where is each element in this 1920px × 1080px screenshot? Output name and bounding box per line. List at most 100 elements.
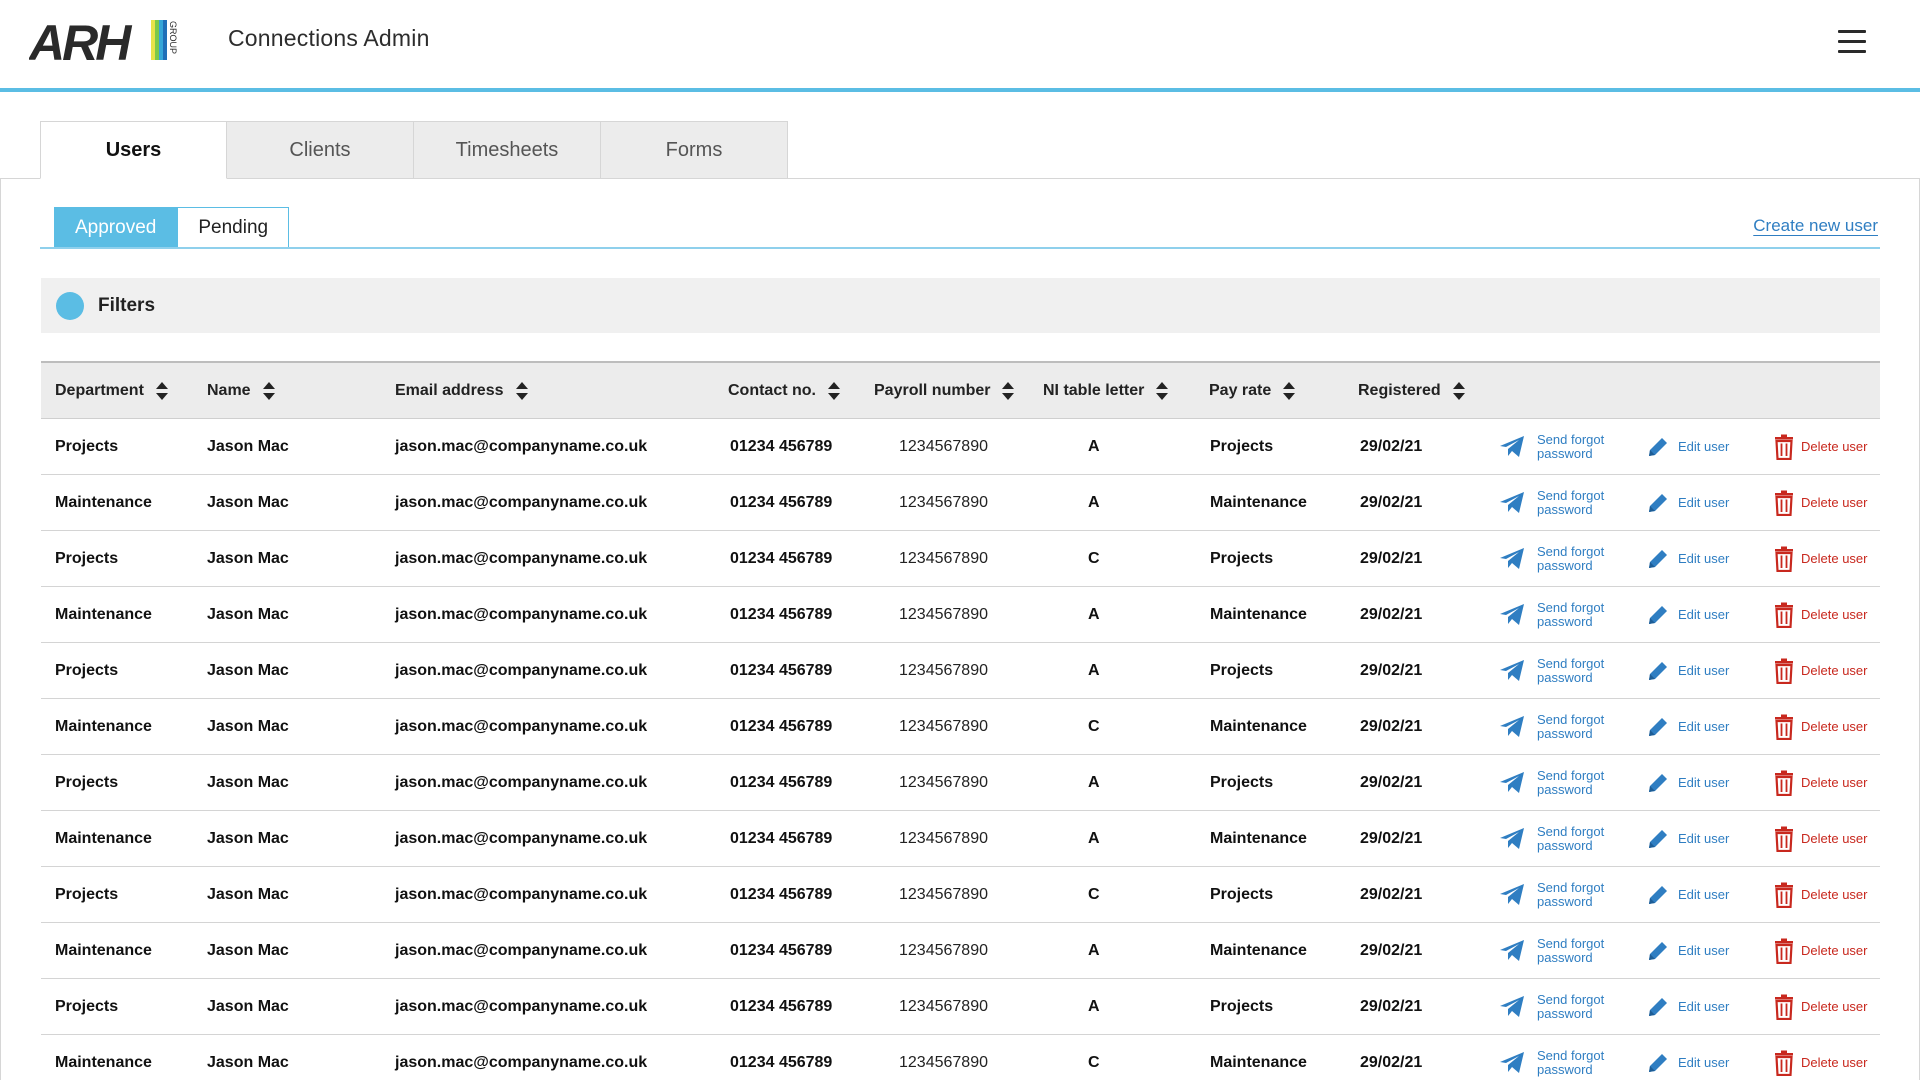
email-header[interactable]: Email address: [395, 363, 528, 419]
sort-arrows-icon[interactable]: [262, 382, 275, 400]
cell-department: Maintenance: [55, 1054, 152, 1071]
cell-contact: 01234 456789: [730, 606, 833, 623]
tab-clients[interactable]: Clients: [227, 121, 414, 179]
tab-timesheets[interactable]: Timesheets: [414, 121, 601, 179]
edit-user-button[interactable]: Edit user: [1646, 531, 1729, 587]
sort-arrows-icon[interactable]: [155, 382, 168, 400]
send-forgot-password-button[interactable]: Send forgot password: [1499, 811, 1604, 867]
send-forgot-password-button[interactable]: Send forgot password: [1499, 475, 1604, 531]
cell-email: jason.mac@companyname.co.uk: [395, 886, 648, 903]
edit-user-button[interactable]: Edit user: [1646, 811, 1729, 867]
cell-contact: 01234 456789: [730, 886, 833, 903]
delete-user-button[interactable]: Delete user: [1774, 1035, 1867, 1080]
table-row: Projects Jason Mac jason.mac@companyname.c…: [41, 755, 1880, 811]
delete-user-label: Delete user: [1801, 551, 1868, 566]
edit-user-button[interactable]: Edit user: [1646, 475, 1729, 531]
cell-payroll: 1234567890: [899, 438, 988, 455]
send-forgot-password-label: Send forgot password: [1537, 1048, 1605, 1077]
hamburger-menu-icon[interactable]: [1838, 30, 1866, 54]
subtab-pending[interactable]: Pending: [177, 207, 290, 249]
contact-header[interactable]: Contact no.: [728, 363, 840, 419]
cell-registered: 29/02/21: [1360, 830, 1423, 847]
filters-toggle[interactable]: Filters: [41, 278, 1880, 333]
sort-arrows-icon[interactable]: [1283, 382, 1296, 400]
cell-registered: 29/02/21: [1360, 998, 1423, 1015]
payroll-header[interactable]: Payroll number: [874, 363, 1015, 419]
sort-arrows-icon[interactable]: [1156, 382, 1169, 400]
delete-user-button[interactable]: Delete user: [1774, 643, 1867, 699]
edit-user-label: Edit user: [1678, 607, 1730, 622]
send-forgot-password-button[interactable]: Send forgot password: [1499, 643, 1604, 699]
ni-letter-header[interactable]: NI table letter: [1043, 363, 1169, 419]
sort-arrows-icon[interactable]: [1002, 382, 1015, 400]
table-row: Maintenance Jason Mac jason.mac@companynam…: [41, 587, 1880, 643]
edit-user-button[interactable]: Edit user: [1646, 643, 1729, 699]
delete-user-button[interactable]: Delete user: [1774, 531, 1867, 587]
subtab-divider: [40, 247, 1880, 249]
pencil-icon: [1646, 491, 1670, 515]
cell-ni: A: [1088, 438, 1100, 455]
edit-user-button[interactable]: Edit user: [1646, 979, 1729, 1035]
delete-user-button[interactable]: Delete user: [1774, 587, 1867, 643]
create-new-user-link[interactable]: Create new user: [1753, 216, 1878, 236]
edit-user-button[interactable]: Edit user: [1646, 867, 1729, 923]
subtab-approved[interactable]: Approved: [54, 207, 178, 249]
trash-icon: [1774, 770, 1794, 796]
name-header[interactable]: Name: [207, 363, 275, 419]
edit-user-button[interactable]: Edit user: [1646, 923, 1729, 979]
cell-department: Maintenance: [55, 494, 152, 511]
edit-user-button[interactable]: Edit user: [1646, 699, 1729, 755]
send-forgot-password-button[interactable]: Send forgot password: [1499, 979, 1604, 1035]
tab-forms[interactable]: Forms: [601, 121, 788, 179]
sort-arrows-icon[interactable]: [1452, 382, 1465, 400]
send-forgot-password-button[interactable]: Send forgot password: [1499, 699, 1604, 755]
department-header[interactable]: Department: [55, 363, 168, 419]
cell-name: Jason Mac: [207, 1054, 289, 1071]
send-forgot-password-label: Send forgot password: [1537, 880, 1605, 909]
delete-user-button[interactable]: Delete user: [1774, 699, 1867, 755]
pencil-icon: [1646, 659, 1670, 683]
send-forgot-password-button[interactable]: Send forgot password: [1499, 1035, 1604, 1080]
send-forgot-password-button[interactable]: Send forgot password: [1499, 587, 1604, 643]
pencil-icon: [1646, 771, 1670, 795]
edit-user-button[interactable]: Edit user: [1646, 1035, 1729, 1080]
edit-user-button[interactable]: Edit user: [1646, 755, 1729, 811]
cell-ni: C: [1088, 718, 1100, 735]
cell-email: jason.mac@companyname.co.uk: [395, 998, 648, 1015]
sort-arrows-icon[interactable]: [515, 382, 528, 400]
delete-user-button[interactable]: Delete user: [1774, 419, 1867, 475]
arh-group-logo[interactable]: ARH GROUP: [27, 15, 179, 71]
paper-plane-icon: [1499, 995, 1525, 1019]
paper-plane-icon: [1499, 883, 1525, 907]
cell-name: Jason Mac: [207, 942, 289, 959]
send-forgot-password-button[interactable]: Send forgot password: [1499, 755, 1604, 811]
cell-registered: 29/02/21: [1360, 718, 1423, 735]
cell-email: jason.mac@companyname.co.uk: [395, 606, 648, 623]
delete-user-label: Delete user: [1801, 775, 1868, 790]
delete-user-label: Delete user: [1801, 831, 1868, 846]
delete-user-button[interactable]: Delete user: [1774, 811, 1867, 867]
trash-icon: [1774, 714, 1794, 740]
table-row: Projects Jason Mac jason.mac@companyname.c…: [41, 531, 1880, 587]
edit-user-button[interactable]: Edit user: [1646, 419, 1729, 475]
edit-user-button[interactable]: Edit user: [1646, 587, 1729, 643]
main-tabs: Users Clients Timesheets Forms: [40, 121, 788, 179]
send-forgot-password-button[interactable]: Send forgot password: [1499, 867, 1604, 923]
trash-icon: [1774, 658, 1794, 684]
send-forgot-password-button[interactable]: Send forgot password: [1499, 531, 1604, 587]
send-forgot-password-button[interactable]: Send forgot password: [1499, 923, 1604, 979]
tab-users[interactable]: Users: [40, 121, 227, 179]
pay-rate-header[interactable]: Pay rate: [1209, 363, 1296, 419]
cell-registered: 29/02/21: [1360, 774, 1423, 791]
paper-plane-icon: [1499, 491, 1525, 515]
delete-user-button[interactable]: Delete user: [1774, 755, 1867, 811]
delete-user-button[interactable]: Delete user: [1774, 979, 1867, 1035]
registered-header[interactable]: Registered: [1358, 363, 1465, 419]
delete-user-button[interactable]: Delete user: [1774, 475, 1867, 531]
send-forgot-password-button[interactable]: Send forgot password: [1499, 419, 1604, 475]
cell-email: jason.mac@companyname.co.uk: [395, 550, 648, 567]
delete-user-button[interactable]: Delete user: [1774, 923, 1867, 979]
cell-email: jason.mac@companyname.co.uk: [395, 662, 648, 679]
delete-user-button[interactable]: Delete user: [1774, 867, 1867, 923]
sort-arrows-icon[interactable]: [828, 382, 840, 400]
